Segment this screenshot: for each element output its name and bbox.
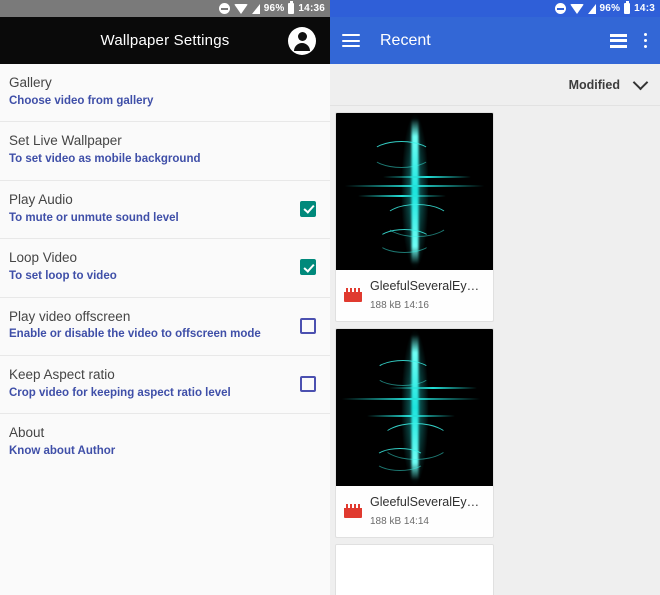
page-title: Wallpaper Settings	[101, 32, 230, 49]
wifi-icon	[570, 4, 584, 14]
battery-percent: 96%	[264, 4, 285, 14]
right-status-bar: 96% 14:3	[330, 0, 660, 17]
setting-row-keep-aspect-ratio[interactable]: Keep Aspect ratio Crop video for keeping…	[0, 356, 330, 414]
setting-title: Set Live Wallpaper	[9, 133, 201, 150]
file-grid: GleefulSeveralEy… 188 kB 14:16	[330, 106, 660, 595]
thumbnail-waveform	[336, 113, 493, 270]
documents-title: Recent	[380, 32, 610, 50]
setting-row-loop-video[interactable]: Loop Video To set loop to video	[0, 239, 330, 297]
wallpaper-settings-screen: 96% 14:36 Wallpaper Settings Gallery Cho…	[0, 0, 330, 595]
setting-subtitle: To set video as mobile background	[9, 152, 201, 168]
checkbox-play-video-offscreen[interactable]	[300, 318, 316, 334]
file-name: GleefulSeveralEy…	[370, 279, 479, 293]
sort-bar[interactable]: Modified	[330, 64, 660, 106]
overflow-menu-icon[interactable]	[644, 33, 648, 48]
setting-title: Gallery	[9, 75, 153, 92]
setting-title: Keep Aspect ratio	[9, 367, 231, 384]
file-size: 188 kB	[370, 516, 401, 527]
account-avatar-icon[interactable]	[288, 27, 316, 55]
hamburger-menu-icon[interactable]	[342, 34, 360, 47]
setting-subtitle: To mute or unmute sound level	[9, 211, 179, 227]
do-not-disturb-icon	[555, 3, 566, 14]
setting-row-play-audio[interactable]: Play Audio To mute or unmute sound level	[0, 181, 330, 239]
left-app-bar: Wallpaper Settings	[0, 17, 330, 64]
list-view-icon[interactable]	[610, 34, 627, 48]
setting-subtitle: Crop video for keeping aspect ratio leve…	[9, 386, 231, 402]
file-card[interactable]: GleefulSeveralEy… 188 kB 14:16	[335, 112, 494, 322]
wifi-icon	[234, 4, 248, 14]
file-time: 14:16	[404, 300, 429, 311]
thumbnail-waveform	[336, 329, 493, 486]
setting-subtitle: Enable or disable the video to offscreen…	[9, 327, 261, 343]
setting-row-gallery[interactable]: Gallery Choose video from gallery	[0, 64, 330, 122]
setting-title: Play Audio	[9, 192, 179, 209]
setting-title: About	[9, 425, 115, 442]
file-meta: 188 kB 14:16	[370, 300, 429, 311]
file-time: 14:14	[404, 516, 429, 527]
signal-icon	[588, 4, 596, 14]
battery-icon	[624, 3, 630, 14]
status-clock: 14:36	[298, 4, 325, 14]
setting-row-play-video-offscreen[interactable]: Play video offscreen Enable or disable t…	[0, 298, 330, 356]
avatar-head	[298, 32, 307, 41]
dual-screenshot-composite: 96% 14:36 Wallpaper Settings Gallery Cho…	[0, 0, 660, 595]
do-not-disturb-icon	[219, 3, 230, 14]
file-card[interactable]: GleefulSeveralEy… 188 kB 14:14	[335, 328, 494, 538]
avatar-body	[294, 43, 310, 51]
signal-icon	[252, 4, 260, 14]
setting-subtitle: Know about Author	[9, 444, 115, 460]
setting-subtitle: Choose video from gallery	[9, 94, 153, 110]
file-size: 188 kB	[370, 300, 401, 311]
checkbox-play-audio[interactable]	[300, 201, 316, 217]
checkbox-loop-video[interactable]	[300, 259, 316, 275]
left-status-bar: 96% 14:36	[0, 0, 330, 17]
documents-app-bar: Recent	[330, 17, 660, 64]
checkbox-keep-aspect-ratio[interactable]	[300, 376, 316, 392]
setting-row-about[interactable]: About Know about Author	[0, 414, 330, 471]
settings-list: Gallery Choose video from gallery Set Li…	[0, 64, 330, 472]
sort-label: Modified	[569, 78, 620, 92]
file-picker-screen: 96% 14:3 Recent Modified	[330, 0, 660, 595]
file-card[interactable]: GleefulSeveralEy… 188 kB 14:14	[335, 544, 494, 595]
status-clock: 14:3	[634, 4, 655, 14]
thumbnail-blank	[336, 545, 493, 595]
battery-icon	[288, 3, 294, 14]
setting-row-set-live-wallpaper[interactable]: Set Live Wallpaper To set video as mobil…	[0, 122, 330, 180]
setting-subtitle: To set loop to video	[9, 269, 117, 285]
setting-title: Play video offscreen	[9, 309, 261, 326]
file-meta: 188 kB 14:14	[370, 516, 429, 527]
file-name: GleefulSeveralEy…	[370, 495, 479, 509]
chevron-down-icon[interactable]	[633, 75, 649, 91]
battery-percent: 96%	[600, 4, 621, 14]
setting-title: Loop Video	[9, 250, 117, 267]
video-file-icon	[344, 504, 362, 518]
video-file-icon	[344, 288, 362, 302]
